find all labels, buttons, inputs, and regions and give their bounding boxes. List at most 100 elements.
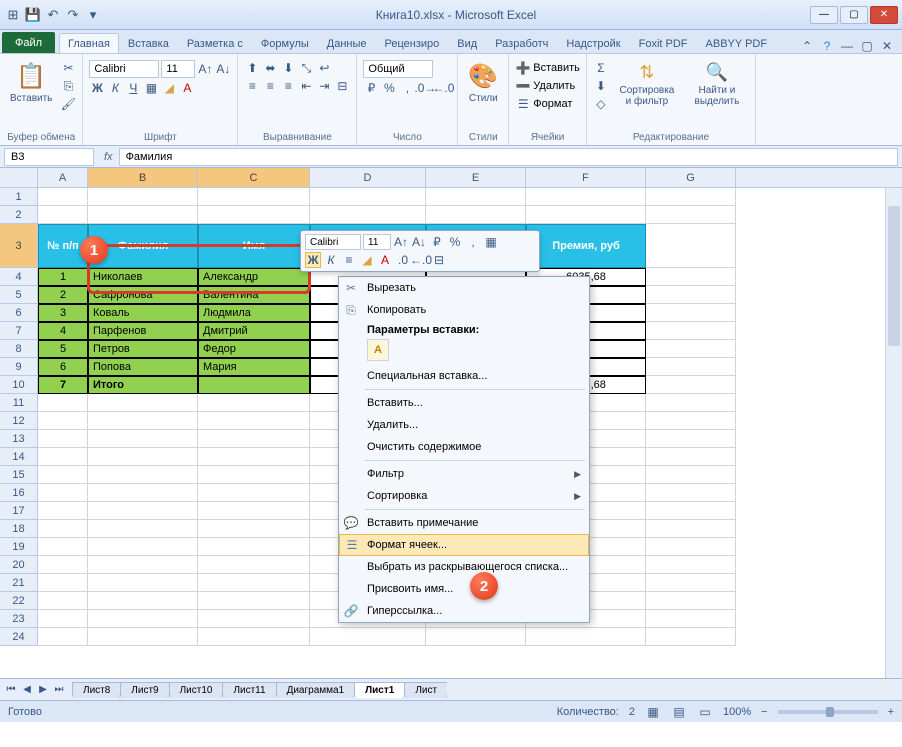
cell[interactable]: 3 [38,304,88,322]
row-header[interactable]: 2 [0,206,38,224]
tab-data[interactable]: Данные [318,33,376,53]
merge-icon[interactable]: ⊟ [334,78,350,94]
view-layout-icon[interactable]: ▤ [671,704,687,720]
cell[interactable] [310,206,426,224]
zoom-minus[interactable]: − [761,706,767,718]
menu-filter[interactable]: Фильтр▶ [339,463,589,485]
align-center-icon[interactable]: ≡ [262,78,278,94]
cell[interactable] [646,206,736,224]
maximize-button[interactable]: ▢ [840,6,868,24]
align-middle-icon[interactable]: ⬌ [262,60,278,76]
cell[interactable] [38,448,88,466]
row-header[interactable]: 19 [0,538,38,556]
mini-align-icon[interactable]: ≡ [341,252,357,268]
menu-sort[interactable]: Сортировка▶ [339,485,589,507]
font-size-combo[interactable]: 11 [161,60,195,78]
cell[interactable]: Валентина [198,286,310,304]
cell[interactable] [198,206,310,224]
dec-decimal-icon[interactable]: ←.0 [435,80,451,96]
menu-cut[interactable]: ✂Вырезать [339,277,589,299]
row-header[interactable]: 12 [0,412,38,430]
cell[interactable]: Сафронова [88,286,198,304]
cell[interactable]: 2 [38,286,88,304]
insert-cells-icon[interactable]: ➕ [515,60,531,76]
row-header[interactable]: 17 [0,502,38,520]
cell[interactable] [88,466,198,484]
menu-format-cells[interactable]: ☰Формат ячеек... [339,534,589,556]
border-button[interactable]: ▦ [143,80,159,96]
cell[interactable] [38,188,88,206]
formula-input[interactable]: Фамилия [119,148,898,166]
view-break-icon[interactable]: ▭ [697,704,713,720]
percent-icon[interactable]: % [381,80,397,96]
delete-cells-label[interactable]: Удалить [533,80,575,92]
cell[interactable] [38,502,88,520]
italic-button[interactable]: К [107,80,123,96]
cell[interactable] [88,430,198,448]
row-header[interactable]: 5 [0,286,38,304]
cell[interactable] [426,188,526,206]
cell[interactable] [38,592,88,610]
menu-comment[interactable]: 💬Вставить примечание [339,512,589,534]
cell[interactable] [38,466,88,484]
mini-percent-icon[interactable]: % [447,234,463,250]
tab-foxit[interactable]: Foxit PDF [630,33,697,53]
number-format-combo[interactable]: Общий [363,60,433,78]
cell[interactable]: Николаев [88,268,198,286]
cell[interactable] [646,376,736,394]
view-normal-icon[interactable]: ▦ [645,704,661,720]
cell[interactable]: Федор [198,340,310,358]
row-header[interactable]: 24 [0,628,38,646]
cell[interactable] [198,412,310,430]
align-top-icon[interactable]: ⬆ [244,60,260,76]
mini-font-color-icon[interactable]: A [377,252,393,268]
zoom-plus[interactable]: + [888,706,894,718]
row-header[interactable]: 20 [0,556,38,574]
inc-decimal-icon[interactable]: .0→ [417,80,433,96]
cell[interactable] [646,268,736,286]
tab-layout[interactable]: Разметка с [178,33,252,53]
tab-formulas[interactable]: Формулы [252,33,318,53]
cell[interactable] [646,224,736,268]
cell[interactable] [38,538,88,556]
cell[interactable] [198,188,310,206]
horizontal-scrollbar[interactable] [447,681,898,698]
mini-size-combo[interactable]: 11 [363,234,391,250]
font-name-combo[interactable]: Calibri [89,60,159,78]
mini-dec-dec-icon[interactable]: ←.0 [413,252,429,268]
copy-icon[interactable]: ⎘ [60,78,76,94]
col-header-a[interactable]: A [38,168,88,187]
cell[interactable] [526,188,646,206]
cell[interactable] [426,206,526,224]
cell[interactable]: Людмила [198,304,310,322]
clear-icon[interactable]: ◇ [593,96,609,112]
cell[interactable] [88,412,198,430]
cell[interactable] [198,448,310,466]
cell[interactable] [646,520,736,538]
menu-delete[interactable]: Удалить... [339,414,589,436]
cell[interactable] [198,628,310,646]
sheet-first-icon[interactable]: ⏮ [4,683,18,697]
orientation-icon[interactable]: ⤡ [298,60,314,76]
underline-button[interactable]: Ч [125,80,141,96]
cell[interactable] [38,610,88,628]
mini-italic-button[interactable]: К [323,252,339,268]
paste-option-all[interactable]: A [367,339,389,361]
cell[interactable] [310,628,426,646]
sheet-tab-active[interactable]: Лист1 [354,682,405,698]
cell[interactable]: Итого [88,376,198,394]
sheet-tab[interactable]: Диаграмма1 [276,682,356,698]
cell[interactable] [198,484,310,502]
row-header[interactable]: 6 [0,304,38,322]
grow-font-icon[interactable]: A↑ [197,61,213,77]
tab-developer[interactable]: Разработч [486,33,557,53]
tab-review[interactable]: Рецензиро [376,33,449,53]
row-header[interactable]: 9 [0,358,38,376]
cell[interactable] [646,592,736,610]
cell[interactable] [38,628,88,646]
cell[interactable] [88,556,198,574]
menu-define-name[interactable]: Присвоить имя... [339,578,589,600]
mini-font-combo[interactable]: Calibri [305,234,361,250]
menu-hyperlink[interactable]: 🔗Гиперссылка... [339,600,589,622]
fx-button[interactable]: fx [98,151,119,163]
